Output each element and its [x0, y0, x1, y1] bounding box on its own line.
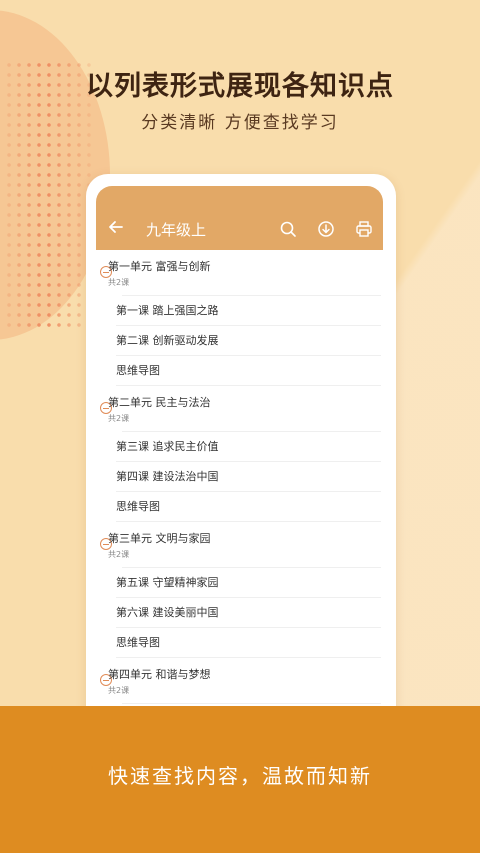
lesson-item[interactable]: 思维导图	[116, 356, 381, 386]
chapter-list: 第一单元 富强与创新 共2课 第一课 踏上强国之路 第二课 创新驱动发展 思维导…	[96, 250, 383, 734]
unit-count: 共2课	[108, 414, 130, 423]
download-icon[interactable]	[307, 213, 345, 245]
lesson-item[interactable]: 第六课 建设美丽中国	[116, 598, 381, 628]
phone-screen: 九年级上 第一单元 富强与创新 共2课 第一课 踏上强国之路 第二课 创新驱动发…	[86, 174, 396, 734]
app-bar: 九年级上	[96, 186, 383, 250]
search-icon[interactable]	[269, 213, 307, 245]
lesson-item[interactable]: 思维导图	[116, 628, 381, 658]
unit-title: 第三单元 文明与家园	[108, 532, 211, 545]
unit-title: 第一单元 富强与创新	[108, 260, 211, 273]
unit-title: 第二单元 民主与法治	[108, 396, 211, 409]
unit-count: 共2课	[108, 278, 130, 287]
lesson-item[interactable]: 第三课 追求民主价值	[116, 432, 381, 462]
back-arrow-icon[interactable]	[96, 218, 136, 241]
unit-row[interactable]: 第三单元 文明与家园 共2课	[100, 522, 381, 568]
grade-title: 九年级上	[146, 220, 207, 239]
lesson-item[interactable]: 第一课 踏上强国之路	[116, 296, 381, 326]
promo-headline: 以列表形式展现各知识点	[86, 71, 394, 102]
lesson-item[interactable]: 第五课 守望精神家园	[116, 568, 381, 598]
unit-row[interactable]: 第四单元 和谐与梦想 共2课	[100, 658, 381, 704]
unit-row[interactable]: 第二单元 民主与法治 共2课	[100, 386, 381, 432]
lesson-item[interactable]: 第四课 建设法治中国	[116, 462, 381, 492]
unit-row[interactable]: 第一单元 富强与创新 共2课	[100, 250, 381, 296]
promo-tagline: 快速查找内容，温故而知新	[108, 764, 372, 788]
lesson-item[interactable]: 第二课 创新驱动发展	[116, 326, 381, 356]
promo-subline: 分类清晰 方便查找学习	[141, 113, 339, 133]
print-icon[interactable]	[345, 213, 383, 245]
unit-title: 第四单元 和谐与梦想	[108, 668, 211, 681]
unit-count: 共2课	[108, 550, 130, 559]
lesson-item[interactable]: 思维导图	[116, 492, 381, 522]
unit-count: 共2课	[108, 686, 130, 695]
